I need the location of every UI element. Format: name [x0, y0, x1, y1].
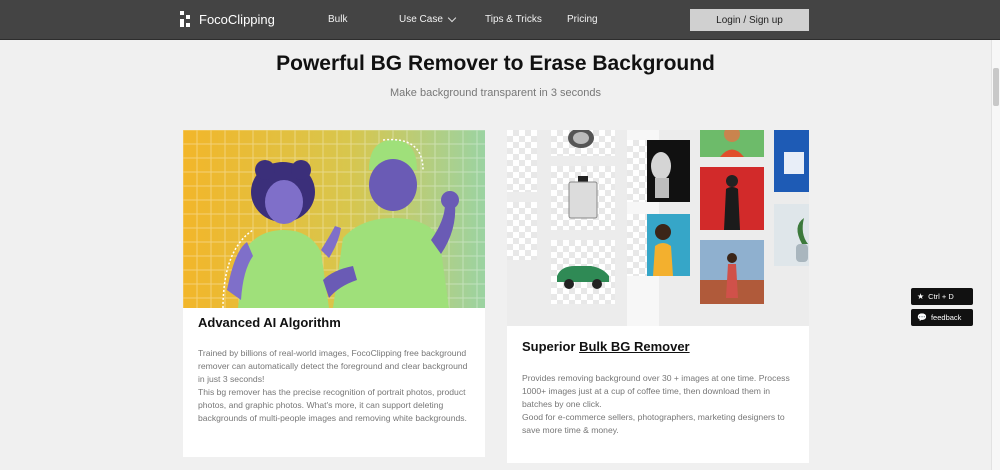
- bulk-collage-image: [507, 130, 809, 326]
- transparent-tile: [551, 130, 615, 156]
- flowers-tile: [700, 130, 764, 157]
- page-title: Powerful BG Remover to Erase Background: [276, 52, 715, 75]
- feature-card-ai: Advanced AI Algorithm Trained by billion…: [183, 130, 485, 457]
- nav-tips-tricks[interactable]: Tips & Tricks: [485, 14, 542, 25]
- logo-icon: [180, 11, 192, 27]
- bookmark-shortcut-button[interactable]: ★ Ctrl + D: [911, 288, 973, 305]
- nav-use-case[interactable]: Use Case: [399, 13, 457, 25]
- brand-name: FocoClipping: [199, 11, 275, 27]
- bookmark-shortcut-label: Ctrl + D: [928, 292, 954, 301]
- nav-use-case-label: Use Case: [399, 14, 443, 25]
- card-title-bulk: Superior Bulk BG Remover: [522, 339, 690, 354]
- card-paragraph: Good for e-commerce sellers, photographe…: [522, 412, 785, 435]
- chevron-down-icon: [447, 13, 457, 23]
- man-red-tile: [700, 167, 764, 230]
- bulk-bg-remover-link[interactable]: Bulk BG Remover: [579, 339, 690, 354]
- transparent-tile: [507, 130, 537, 192]
- card-title-prefix: Superior: [522, 339, 580, 354]
- blue-bag-tile: [774, 130, 809, 192]
- nav-pricing[interactable]: Pricing: [567, 14, 598, 25]
- card-paragraph: This bg remover has the precise recognit…: [198, 387, 467, 423]
- page-subtitle: Make background transparent in 3 seconds: [390, 87, 601, 99]
- car-tile: [551, 240, 615, 304]
- desert-tile: [700, 240, 764, 304]
- woman-yellow-tile: [647, 214, 690, 276]
- feedback-button[interactable]: 💬 feedback: [911, 309, 973, 326]
- transparent-tile: [507, 202, 537, 260]
- statue-tile: [647, 140, 690, 202]
- chat-bubble-icon: 💬: [917, 312, 927, 322]
- scrollbar-thumb[interactable]: [993, 68, 999, 106]
- nav-bulk[interactable]: Bulk: [328, 14, 347, 25]
- card-title-ai: Advanced AI Algorithm: [198, 315, 341, 330]
- brand-logo[interactable]: FocoClipping: [180, 11, 275, 27]
- card-body-bulk: Provides removing background over 30 + i…: [522, 372, 797, 437]
- card-paragraph: Trained by billions of real-world images…: [198, 348, 468, 384]
- card-body-ai: Trained by billions of real-world images…: [198, 347, 473, 425]
- login-signup-button[interactable]: Login / Sign up: [690, 9, 809, 31]
- feature-card-bulk: Superior Bulk BG Remover Provides removi…: [507, 130, 809, 463]
- plant-tile: [774, 204, 809, 266]
- perfume-tile: [551, 166, 615, 230]
- star-icon: ★: [917, 291, 925, 301]
- ai-hero-image: [183, 130, 485, 308]
- card-paragraph: Provides removing background over 30 + i…: [522, 373, 790, 409]
- feedback-label: feedback: [930, 313, 962, 322]
- top-nav-bar: FocoClipping Bulk Use Case Tips & Tricks…: [0, 0, 1000, 40]
